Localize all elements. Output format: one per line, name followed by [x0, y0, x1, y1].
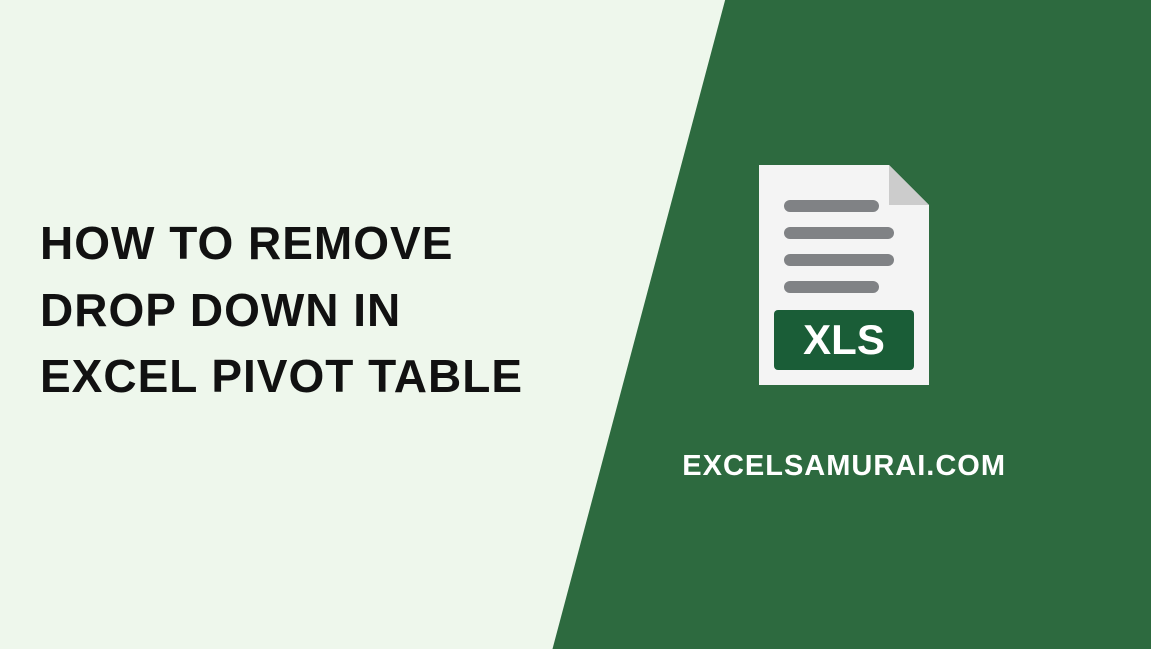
xls-file-icon: XLS: [749, 155, 939, 395]
banner-container: HOW TO REMOVEDROP DOWN INEXCEL PIVOT TAB…: [0, 0, 1151, 649]
title-text: HOW TO REMOVEDROP DOWN INEXCEL PIVOT TAB…: [40, 217, 523, 402]
xls-badge-text: XLS: [803, 316, 885, 363]
website-url: EXCELSAMURAI.COM: [682, 450, 1006, 483]
banner-title: HOW TO REMOVEDROP DOWN INEXCEL PIVOT TAB…: [40, 210, 523, 410]
right-content-area: XLS EXCELSAMURAI.COM: [682, 155, 1006, 483]
